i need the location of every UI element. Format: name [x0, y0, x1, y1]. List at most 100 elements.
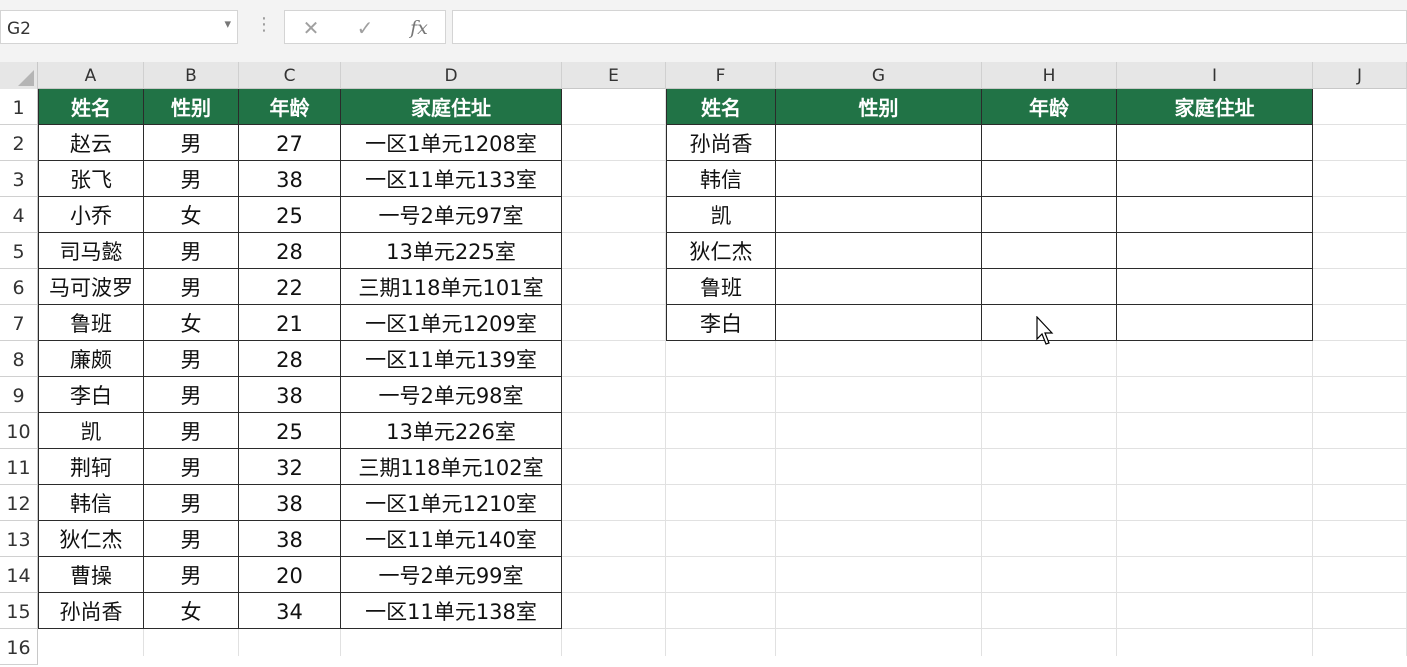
- table-cell[interactable]: 一区1单元1210室: [341, 485, 562, 521]
- lookup-name-cell[interactable]: 鲁班: [666, 269, 776, 305]
- row-header-15[interactable]: 15: [0, 593, 38, 629]
- column-header-b[interactable]: B: [144, 62, 239, 89]
- row-header-9[interactable]: 9: [0, 377, 38, 413]
- table-cell[interactable]: 一号2单元97室: [341, 197, 562, 233]
- table-cell[interactable]: 女: [144, 305, 239, 341]
- table-cell[interactable]: 28: [239, 341, 341, 377]
- empty-cell[interactable]: [1117, 233, 1313, 269]
- empty-cell[interactable]: [982, 161, 1117, 197]
- table-cell[interactable]: 女: [144, 197, 239, 233]
- column-header-g[interactable]: G: [776, 62, 982, 89]
- row-header-1[interactable]: 1: [0, 89, 38, 125]
- column-header-f[interactable]: F: [666, 62, 776, 89]
- table-cell[interactable]: 20: [239, 557, 341, 593]
- row-header-14[interactable]: 14: [0, 557, 38, 593]
- table-cell[interactable]: 司马懿: [38, 233, 144, 269]
- name-box[interactable]: G2 ▾: [0, 10, 238, 44]
- table-cell[interactable]: 28: [239, 233, 341, 269]
- table-cell[interactable]: 男: [144, 125, 239, 161]
- table-cell[interactable]: 13单元226室: [341, 413, 562, 449]
- table-cell[interactable]: 38: [239, 521, 341, 557]
- table-cell[interactable]: 狄仁杰: [38, 521, 144, 557]
- table-cell[interactable]: 男: [144, 413, 239, 449]
- table-cell[interactable]: 一区11单元139室: [341, 341, 562, 377]
- row-header-10[interactable]: 10: [0, 413, 38, 449]
- table-cell[interactable]: 一区1单元1208室: [341, 125, 562, 161]
- empty-cell[interactable]: [776, 161, 982, 197]
- table-cell[interactable]: 男: [144, 521, 239, 557]
- lookup-name-cell[interactable]: 凯: [666, 197, 776, 233]
- empty-cell[interactable]: [1117, 305, 1313, 341]
- table-cell[interactable]: 鲁班: [38, 305, 144, 341]
- empty-cell[interactable]: [982, 233, 1117, 269]
- header-cell[interactable]: 年龄: [982, 89, 1117, 125]
- column-header-e[interactable]: E: [562, 62, 666, 89]
- table-cell[interactable]: 张飞: [38, 161, 144, 197]
- select-all-button[interactable]: [0, 62, 38, 89]
- table-cell[interactable]: 荆轲: [38, 449, 144, 485]
- row-header-6[interactable]: 6: [0, 269, 38, 305]
- table-cell[interactable]: 34: [239, 593, 341, 629]
- table-cell[interactable]: 一区11单元140室: [341, 521, 562, 557]
- table-cell[interactable]: 21: [239, 305, 341, 341]
- lookup-name-cell[interactable]: 韩信: [666, 161, 776, 197]
- row-header-8[interactable]: 8: [0, 341, 38, 377]
- table-cell[interactable]: 25: [239, 197, 341, 233]
- empty-cell[interactable]: [776, 269, 982, 305]
- table-cell[interactable]: 男: [144, 557, 239, 593]
- row-header-3[interactable]: 3: [0, 161, 38, 197]
- chevron-down-icon[interactable]: ▾: [224, 17, 231, 32]
- formula-input[interactable]: [452, 10, 1407, 44]
- column-header-c[interactable]: C: [239, 62, 341, 89]
- row-header-16[interactable]: 16: [0, 629, 38, 665]
- table-cell[interactable]: 凯: [38, 413, 144, 449]
- row-header-11[interactable]: 11: [0, 449, 38, 485]
- table-cell[interactable]: 韩信: [38, 485, 144, 521]
- table-cell[interactable]: 男: [144, 233, 239, 269]
- table-cell[interactable]: 三期118单元102室: [341, 449, 562, 485]
- table-cell[interactable]: 小乔: [38, 197, 144, 233]
- more-options-icon[interactable]: ⋮: [255, 14, 273, 35]
- row-header-7[interactable]: 7: [0, 305, 38, 341]
- column-header-j[interactable]: J: [1313, 62, 1407, 89]
- table-cell[interactable]: 赵云: [38, 125, 144, 161]
- empty-cell[interactable]: [1117, 269, 1313, 305]
- row-header-2[interactable]: 2: [0, 125, 38, 161]
- function-icon[interactable]: fx: [399, 14, 439, 42]
- table-cell[interactable]: 男: [144, 485, 239, 521]
- table-cell[interactable]: 32: [239, 449, 341, 485]
- row-header-4[interactable]: 4: [0, 197, 38, 233]
- lookup-name-cell[interactable]: 孙尚香: [666, 125, 776, 161]
- table-cell[interactable]: 男: [144, 341, 239, 377]
- table-cell[interactable]: 孙尚香: [38, 593, 144, 629]
- table-cell[interactable]: 男: [144, 377, 239, 413]
- table-cell[interactable]: 一区1单元1209室: [341, 305, 562, 341]
- header-cell[interactable]: 姓名: [38, 89, 144, 125]
- table-cell[interactable]: 一号2单元98室: [341, 377, 562, 413]
- table-cell[interactable]: 38: [239, 377, 341, 413]
- header-cell[interactable]: 家庭住址: [341, 89, 562, 125]
- table-cell[interactable]: 27: [239, 125, 341, 161]
- empty-cell[interactable]: [776, 233, 982, 269]
- cell-grid[interactable]: 姓名 性别 年龄 家庭住址 赵云男 27 一区1单元1208室 张飞男 38 一区11单元133室…: [38, 89, 1407, 656]
- row-header-5[interactable]: 5: [0, 233, 38, 269]
- table-cell[interactable]: 女: [144, 593, 239, 629]
- header-cell[interactable]: 性别: [144, 89, 239, 125]
- table-cell[interactable]: 38: [239, 161, 341, 197]
- row-header-12[interactable]: 12: [0, 485, 38, 521]
- column-header-h[interactable]: H: [982, 62, 1117, 89]
- table-cell[interactable]: 三期118单元101室: [341, 269, 562, 305]
- empty-cell[interactable]: [776, 305, 982, 341]
- check-icon[interactable]: ✓: [345, 14, 385, 42]
- row-header-13[interactable]: 13: [0, 521, 38, 557]
- lookup-name-cell[interactable]: 李白: [666, 305, 776, 341]
- column-header-d[interactable]: D: [341, 62, 562, 89]
- empty-cell[interactable]: [982, 197, 1117, 233]
- table-cell[interactable]: 马可波罗: [38, 269, 144, 305]
- header-cell[interactable]: 家庭住址: [1117, 89, 1313, 125]
- table-cell[interactable]: 男: [144, 161, 239, 197]
- table-cell[interactable]: 李白: [38, 377, 144, 413]
- empty-cell[interactable]: [982, 125, 1117, 161]
- lookup-name-cell[interactable]: 狄仁杰: [666, 233, 776, 269]
- column-header-a[interactable]: A: [38, 62, 144, 89]
